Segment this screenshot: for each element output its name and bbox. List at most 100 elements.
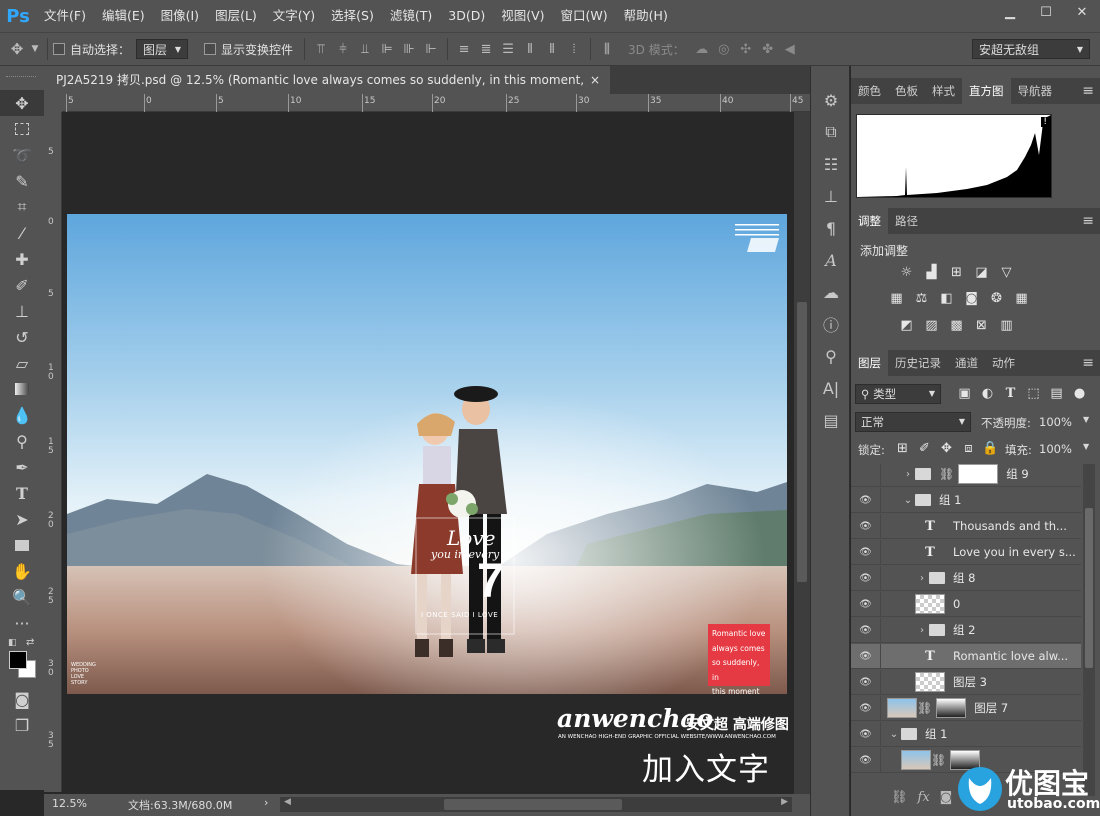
ruler-corner[interactable] bbox=[44, 94, 62, 112]
chevron-right-icon[interactable]: › bbox=[915, 573, 929, 584]
red-text-box[interactable]: Romantic love always comes so suddenly, … bbox=[708, 624, 770, 694]
3d-panel-icon[interactable]: ⚙ bbox=[811, 84, 851, 116]
panel-tab[interactable]: 样式 bbox=[925, 78, 962, 104]
link-icon[interactable]: ⛓ bbox=[917, 701, 932, 715]
histogram-chart[interactable]: ! bbox=[856, 114, 1052, 198]
eye-icon[interactable]: 👁 bbox=[851, 539, 881, 565]
layers-scroll-thumb[interactable] bbox=[1085, 508, 1093, 668]
link-icon[interactable]: ⛓ bbox=[939, 467, 954, 481]
align-hcenter-icon[interactable]: ⊪ bbox=[398, 38, 420, 60]
zoom-level[interactable]: 12.5% bbox=[52, 797, 87, 810]
hidden-eye-icon[interactable] bbox=[851, 464, 881, 487]
scroll-right-icon[interactable]: ▶ bbox=[781, 797, 788, 807]
layer-name[interactable]: Thousands and th... bbox=[953, 519, 1067, 533]
healing-brush-tool-icon[interactable]: ✚ bbox=[0, 246, 44, 272]
filter-adjustment-icon[interactable]: ◐ bbox=[978, 384, 997, 403]
layer-style-icon[interactable]: fx bbox=[918, 790, 930, 805]
ruler-top[interactable]: 5 0 5 10 15 20 25 30 35 40 45 bbox=[62, 94, 810, 112]
layer-thumbnail[interactable] bbox=[901, 750, 931, 770]
screen-mode-icon[interactable]: ❐ bbox=[0, 712, 44, 738]
fill-value[interactable]: 100% bbox=[1039, 442, 1072, 456]
layer-name[interactable]: Romantic love alw... bbox=[953, 649, 1068, 663]
auto-align-icon[interactable]: ⫼ bbox=[596, 38, 618, 60]
hand-tool-icon[interactable]: ✋ bbox=[0, 558, 44, 584]
chevron-right-icon[interactable]: › bbox=[915, 625, 929, 636]
opacity-chevron-icon[interactable]: ▼ bbox=[1083, 415, 1089, 424]
eye-icon[interactable]: 👁 bbox=[851, 643, 881, 669]
photo-filter-icon[interactable]: ◙ bbox=[962, 289, 981, 308]
layer-mask-thumb[interactable] bbox=[936, 698, 967, 718]
layer-name[interactable]: 组 2 bbox=[953, 622, 975, 638]
status-menu-arrow-icon[interactable]: › bbox=[264, 796, 268, 809]
crop-tool-icon[interactable]: ⌗ bbox=[0, 194, 44, 220]
cache-warning-icon[interactable]: ! bbox=[1041, 117, 1049, 127]
orbit-3d-icon[interactable]: ☁ bbox=[691, 38, 713, 60]
clone-source-panel-icon[interactable]: ⊥ bbox=[811, 180, 851, 212]
layer-name[interactable]: 0 bbox=[953, 597, 960, 611]
layer-row[interactable]: 👁 T Love you in every s... bbox=[851, 539, 1081, 565]
filter-type-icon[interactable]: T bbox=[1001, 384, 1020, 403]
quick-selection-tool-icon[interactable]: ✎ bbox=[0, 168, 44, 194]
chevron-down-icon[interactable]: ⌄ bbox=[901, 495, 915, 506]
foreground-color-swatch[interactable] bbox=[9, 651, 27, 669]
eye-icon[interactable]: 👁 bbox=[851, 695, 881, 721]
menu-item[interactable]: 文件(F) bbox=[36, 0, 94, 32]
minimize-button[interactable]: ▁ bbox=[992, 0, 1028, 24]
layer-name[interactable]: 图层 7 bbox=[974, 700, 1008, 716]
layer-row[interactable]: 👁 › 组 2 bbox=[851, 617, 1081, 643]
panel-tab[interactable]: 通道 bbox=[948, 350, 985, 376]
chevron-down-icon[interactable]: ▼ bbox=[28, 38, 42, 60]
vertical-scrollbar[interactable] bbox=[794, 112, 810, 794]
filter-toggle-icon[interactable]: ● bbox=[1070, 384, 1089, 403]
filter-smart-object-icon[interactable]: ▤ bbox=[1047, 384, 1066, 403]
channel-mixer-icon[interactable]: ❂ bbox=[987, 289, 1006, 308]
layer-name[interactable]: 组 9 bbox=[1006, 466, 1028, 482]
chevron-down-icon[interactable]: ⌄ bbox=[887, 729, 901, 740]
add-mask-icon[interactable]: ◙ bbox=[940, 790, 953, 805]
workspace-dropdown[interactable]: 安超无敌组 ▼ bbox=[972, 39, 1090, 59]
menu-item[interactable]: 视图(V) bbox=[493, 0, 552, 32]
layer-row[interactable]: › ⛓ 组 9 bbox=[851, 464, 1081, 487]
selective-color-icon[interactable]: ⊠ bbox=[972, 316, 991, 335]
gradient-tool-icon[interactable] bbox=[0, 376, 44, 402]
layer-name[interactable]: 组 1 bbox=[939, 492, 961, 508]
brush-presets-panel-icon[interactable]: ⚲ bbox=[811, 340, 851, 372]
hue-saturation-icon[interactable]: ▦ bbox=[887, 289, 906, 308]
lock-artboard-icon[interactable]: ⧈ bbox=[959, 439, 978, 458]
posterize-icon[interactable]: ▨ bbox=[922, 316, 941, 335]
more-tools-icon[interactable]: ··· bbox=[0, 610, 44, 636]
quick-mask-icon[interactable]: ◙ bbox=[0, 686, 44, 712]
invert-icon[interactable]: ◩ bbox=[897, 316, 916, 335]
panel-tab[interactable]: 图层 bbox=[851, 350, 888, 376]
layer-row[interactable]: 👁 ⌄ 组 1 bbox=[851, 721, 1081, 747]
navigator-panel-icon[interactable]: ⧉ bbox=[811, 116, 851, 148]
eye-icon[interactable]: 👁 bbox=[851, 565, 881, 591]
opacity-value[interactable]: 100% bbox=[1039, 415, 1072, 429]
path-selection-tool-icon[interactable]: ➤ bbox=[0, 506, 44, 532]
eye-icon[interactable]: 👁 bbox=[851, 721, 881, 747]
levels-icon[interactable]: ▟ bbox=[922, 263, 941, 282]
layer-mask-thumb[interactable] bbox=[958, 464, 999, 484]
pen-tool-icon[interactable]: ✒ bbox=[0, 454, 44, 480]
exposure-icon[interactable]: ◪ bbox=[972, 263, 991, 282]
menu-item[interactable]: 文字(Y) bbox=[265, 0, 323, 32]
distribute-vcenter-icon[interactable]: ≣ bbox=[475, 38, 497, 60]
layer-thumbnail[interactable] bbox=[915, 672, 945, 692]
eye-icon[interactable]: 👁 bbox=[851, 669, 881, 695]
marquee-tool-icon[interactable] bbox=[0, 116, 44, 142]
default-colors-icon[interactable]: ◧ bbox=[8, 638, 17, 648]
eye-icon[interactable]: 👁 bbox=[851, 747, 881, 773]
slide-3d-icon[interactable]: ✤ bbox=[757, 38, 779, 60]
character-panel-icon[interactable]: A bbox=[811, 244, 851, 276]
fill-chevron-icon[interactable]: ▼ bbox=[1083, 442, 1089, 451]
clone-stamp-tool-icon[interactable]: ⊥ bbox=[0, 298, 44, 324]
menu-item[interactable]: 选择(S) bbox=[323, 0, 382, 32]
blend-mode-dropdown[interactable]: 正常 ▼ bbox=[855, 412, 971, 432]
panel-tab[interactable]: 调整 bbox=[851, 208, 888, 234]
type-tool-icon[interactable]: T bbox=[0, 480, 44, 506]
align-right-icon[interactable]: ⊩ bbox=[420, 38, 442, 60]
layer-name[interactable]: Love you in every s... bbox=[953, 545, 1076, 559]
swap-colors-icon[interactable]: ⇄ bbox=[26, 637, 34, 648]
show-transform-checkbox[interactable] bbox=[204, 43, 217, 55]
lock-all-icon[interactable]: 🔒 bbox=[981, 439, 1000, 458]
